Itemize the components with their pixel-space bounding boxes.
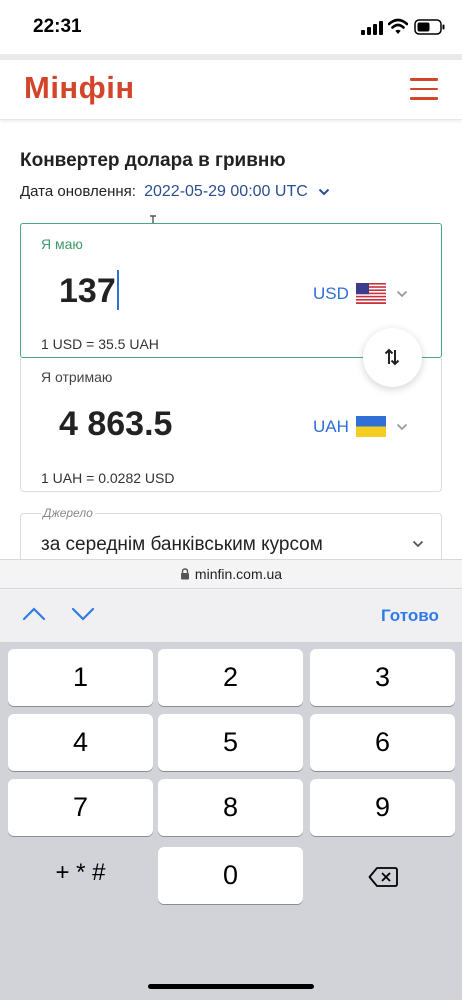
have-amount-input[interactable]: 137 (59, 270, 119, 311)
signal-icon (361, 21, 383, 35)
home-indicator (148, 984, 314, 989)
status-bar: 22:31 (0, 0, 462, 54)
us-flag-icon (356, 283, 386, 304)
chevron-down-icon[interactable] (71, 607, 95, 621)
hamburger-menu-icon[interactable] (410, 78, 438, 100)
lock-icon (180, 568, 189, 580)
key-3[interactable]: 3 (310, 649, 455, 706)
keyboard-accessory-bar: Готово (0, 588, 462, 642)
swap-currencies-button[interactable] (363, 328, 422, 387)
update-date-row[interactable]: Дата оновлення: 2022-05-29 00:00 UTC (20, 183, 330, 201)
key-1[interactable]: 1 (8, 649, 153, 706)
done-button[interactable]: Готово (381, 606, 439, 626)
chevron-down-icon[interactable] (412, 540, 424, 548)
chevron-down-icon[interactable] (396, 290, 408, 298)
status-time: 22:31 (33, 16, 82, 37)
have-currency-select[interactable]: USD (311, 279, 421, 309)
have-currency-code: USD (313, 284, 349, 303)
source-value: за середнім банківським курсом (41, 534, 323, 555)
backspace-icon (368, 866, 398, 887)
key-4[interactable]: 4 (8, 714, 153, 771)
minfin-logo[interactable]: Мінфін (24, 70, 135, 106)
key-6[interactable]: 6 (310, 714, 455, 771)
get-currency-code: UAH (313, 417, 349, 436)
key-8[interactable]: 8 (158, 779, 303, 836)
ua-flag-icon (356, 416, 386, 437)
update-date-value[interactable]: 2022-05-29 00:00 UTC (144, 183, 308, 200)
key-7[interactable]: 7 (8, 779, 153, 836)
key-2[interactable]: 2 (158, 649, 303, 706)
have-amount-value: 137 (59, 272, 116, 310)
have-rate: 1 USD = 35.5 UAH (41, 336, 159, 352)
battery-icon (414, 19, 445, 35)
swap-icon (384, 348, 400, 366)
update-date-label: Дата оновлення: (20, 183, 136, 200)
source-label: Джерело (41, 506, 95, 520)
browser-url-bar[interactable]: minfin.com.ua (0, 559, 462, 588)
site-header: Мінфін (0, 60, 462, 120)
have-label: Я маю (41, 236, 83, 252)
get-currency-select[interactable]: UAH (311, 412, 421, 442)
page-title: Конвертер долара в гривню (20, 150, 286, 171)
url-text: minfin.com.ua (194, 566, 283, 582)
key-backspace[interactable] (310, 847, 455, 904)
key-5[interactable]: 5 (158, 714, 303, 771)
chevron-down-icon[interactable] (318, 188, 330, 196)
wifi-icon (388, 18, 408, 34)
chevron-down-icon[interactable] (396, 423, 408, 431)
text-caret (116, 270, 119, 311)
get-rate: 1 UAH = 0.0282 USD (41, 470, 175, 486)
chevron-up-icon[interactable] (22, 607, 46, 621)
key-symbols[interactable]: + * # (8, 844, 153, 901)
key-0[interactable]: 0 (158, 847, 303, 904)
key-9[interactable]: 9 (310, 779, 455, 836)
get-amount-value[interactable]: 4 863.5 (59, 405, 172, 444)
get-label: Я отримаю (41, 369, 113, 385)
